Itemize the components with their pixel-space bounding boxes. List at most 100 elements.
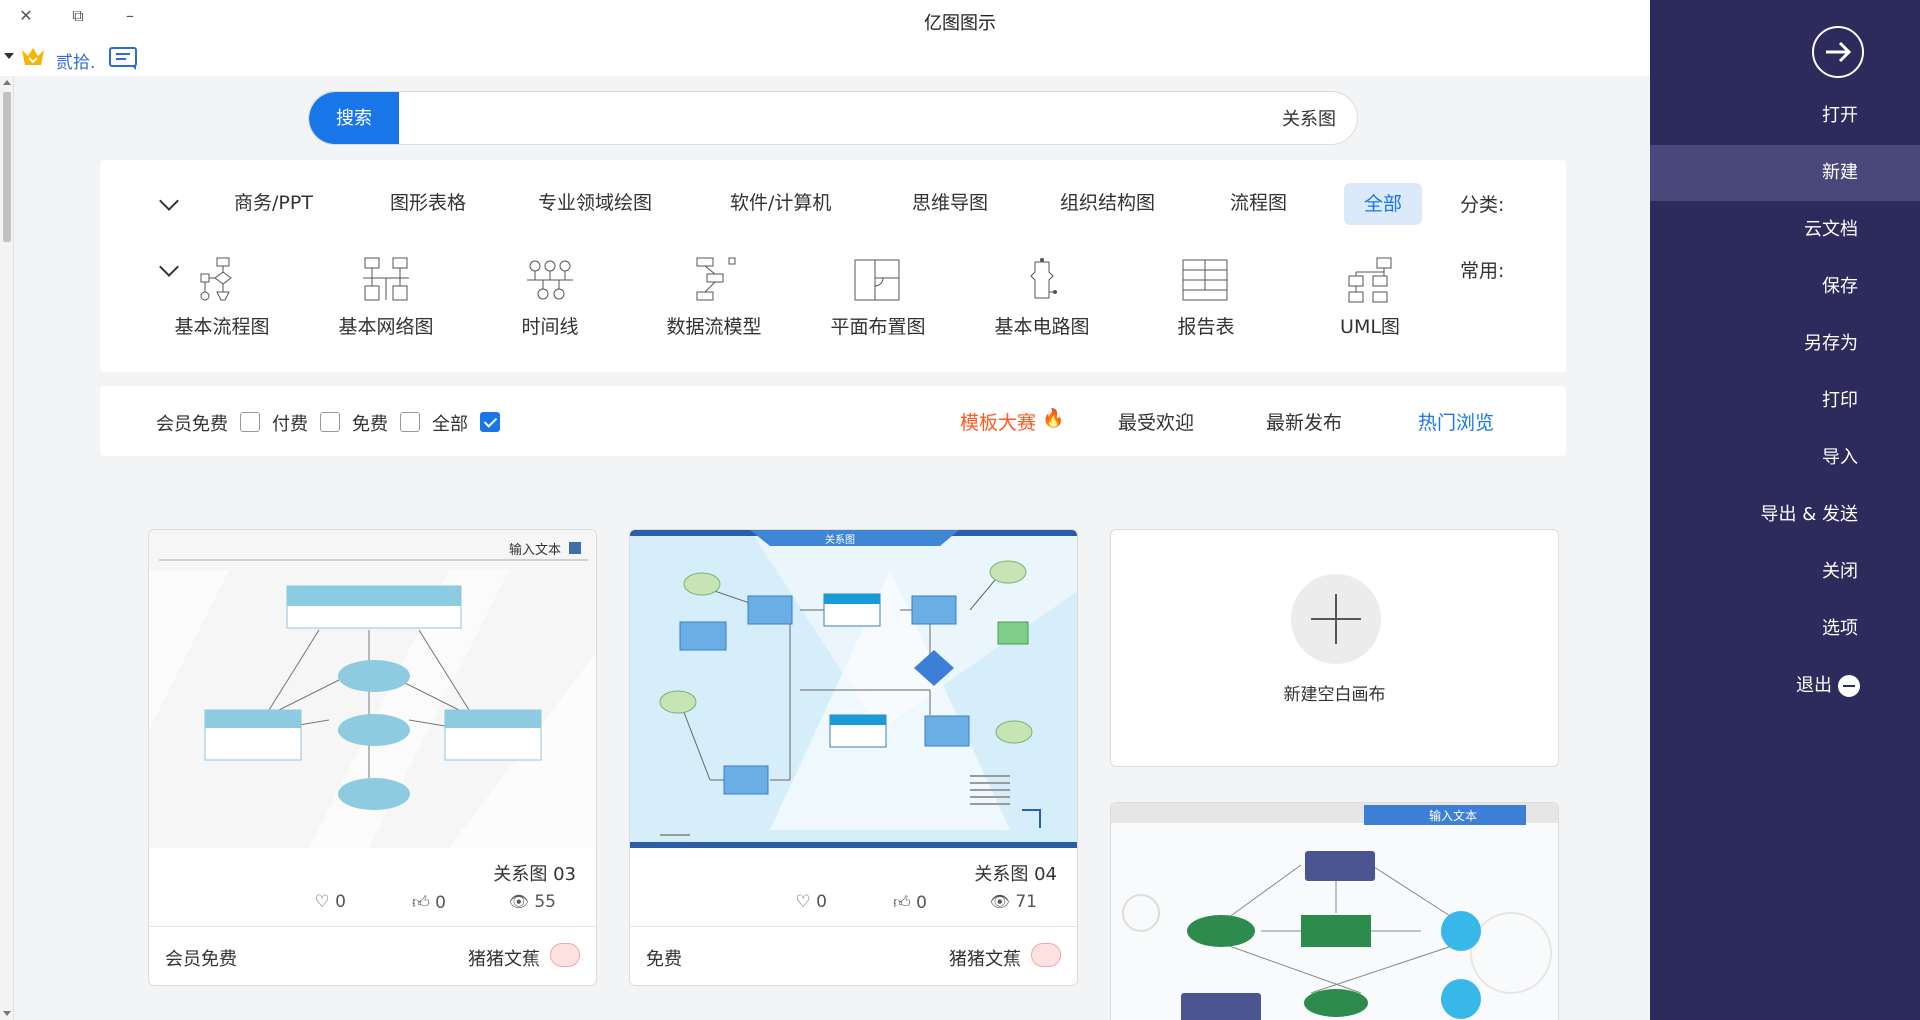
restore-window-button[interactable]: ⧉ <box>66 6 90 26</box>
template-thumbnail[interactable] <box>1111 803 1559 1020</box>
common-dataflow-label: 数据流模型 <box>666 316 762 338</box>
sidebar-item-close[interactable]: 关闭 <box>1650 544 1920 600</box>
user-toolbar: 贰拾. <box>0 40 200 76</box>
common-uml-label: UML图 <box>1340 316 1400 338</box>
price-label: 免费 <box>646 949 682 970</box>
user-name[interactable]: 贰拾. <box>56 48 95 73</box>
template-title: 关系图 04 <box>974 864 1057 885</box>
expand-categories-icon[interactable] <box>159 191 179 211</box>
common-dataflow[interactable]: 数据流模型 <box>654 256 774 339</box>
sidebar-item-options[interactable]: 选项 <box>1650 601 1920 657</box>
sidebar-item-cloud[interactable]: 云文档 <box>1650 202 1920 258</box>
close-window-button[interactable]: ✕ <box>14 6 38 25</box>
likes-count: 0 <box>916 893 927 913</box>
sidebar-item-save-as[interactable]: 另存为 <box>1650 316 1920 372</box>
category-professional[interactable]: 专业领域绘图 <box>538 188 652 215</box>
common-timeline-label: 时间线 <box>521 316 579 338</box>
category-flowchart[interactable]: 流程图 <box>1230 188 1287 215</box>
template-card[interactable]: 输入文本 关系图 03 👁 55 👍︎ 0 ♡ 0 猪猪文蕉 会员免费 <box>148 529 597 986</box>
favorites-stat[interactable]: ♡ 0 <box>315 892 346 912</box>
eye-icon: 👁 <box>508 892 529 911</box>
sidebar-item-exit-label: 退出 <box>1796 675 1832 696</box>
tab-contest[interactable]: 模板大赛 🔥 <box>960 408 1064 435</box>
category-mind-map[interactable]: 思维导图 <box>912 188 988 215</box>
category-software[interactable]: 软件/计算机 <box>730 188 831 215</box>
heart-icon[interactable]: ♡ <box>796 892 811 912</box>
tab-popular[interactable]: 最受欢迎 <box>1118 408 1194 435</box>
vip-crown-icon[interactable] <box>20 46 46 68</box>
tab-hot[interactable]: 热门浏览 <box>1418 408 1494 435</box>
message-icon[interactable] <box>108 46 140 70</box>
template-banner: 输入文本 <box>509 543 562 558</box>
filter-member-free-checkbox[interactable] <box>240 412 260 432</box>
sidebar-item-print[interactable]: 打印 <box>1650 373 1920 429</box>
views-stat: 👁 55 <box>509 892 556 912</box>
eye-icon: 👁 <box>989 892 1010 911</box>
views-count: 55 <box>534 892 556 912</box>
category-all[interactable]: 全部 <box>1344 183 1422 225</box>
author-avatar[interactable] <box>550 943 580 967</box>
sidebar-item-exit[interactable]: 退出 <box>1650 658 1920 714</box>
heart-icon[interactable]: ♡ <box>315 892 330 912</box>
filter-paid-checkbox[interactable] <box>320 412 340 432</box>
filter-member-free-label: 会员免费 <box>156 414 228 435</box>
template-card-partial[interactable]: 输入文本 <box>1110 802 1559 1020</box>
author-name[interactable]: 猪猪文蕉 <box>468 945 540 971</box>
sidebar-item-save[interactable]: 保存 <box>1650 259 1920 315</box>
filter-free-checkbox[interactable] <box>400 412 420 432</box>
common-network[interactable]: 基本网络图 <box>326 256 446 339</box>
add-icon[interactable] <box>1291 574 1381 664</box>
tab-latest[interactable]: 最新发布 <box>1266 408 1342 435</box>
common-label: 常用: <box>1460 260 1505 282</box>
category-business-ppt[interactable]: 商务/PPT <box>234 188 313 215</box>
search-input[interactable] <box>401 92 1346 144</box>
likes-stat[interactable]: 👍︎ 0 <box>412 892 446 913</box>
sidebar-item-export[interactable]: 导出 & 发送 <box>1650 487 1920 543</box>
template-card[interactable]: 关系图 关系图 04 👁 71 👍︎ 0 ♡ 0 猪猪文蕉 免费 <box>629 529 1078 986</box>
template-banner: 输入文本 <box>1429 809 1478 823</box>
minimize-window-button[interactable]: – <box>118 6 142 25</box>
scroll-thumb[interactable] <box>3 92 11 242</box>
views-count: 71 <box>1015 892 1037 912</box>
search-bar: 搜索 <box>308 91 1358 145</box>
sidebar-item-new[interactable]: 新建 <box>1650 145 1920 201</box>
template-thumbnail[interactable]: 输入文本 <box>149 530 596 848</box>
common-circuit[interactable]: 基本电路图 <box>982 256 1102 339</box>
template-banner: 关系图 <box>825 535 855 546</box>
favorites-stat[interactable]: ♡ 0 <box>796 892 827 912</box>
common-basic-flow-label: 基本流程图 <box>174 316 270 338</box>
common-floorplan[interactable]: 平面布置图 <box>818 256 938 339</box>
vertical-scrollbar[interactable] <box>0 76 14 1020</box>
likes-stat[interactable]: 👍︎ 0 <box>893 892 927 913</box>
back-arrow-icon[interactable] <box>1812 26 1864 78</box>
common-uml[interactable]: UML图 <box>1310 256 1430 339</box>
category-org-chart[interactable]: 组织结构图 <box>1060 188 1155 215</box>
common-timeline[interactable]: 时间线 <box>490 256 610 339</box>
scroll-down-icon[interactable] <box>3 1011 11 1016</box>
common-report[interactable]: 报告表 <box>1146 256 1266 339</box>
category-graphic-table[interactable]: 图形表格 <box>390 188 466 215</box>
favorites-count: 0 <box>335 892 346 912</box>
common-basic-flow[interactable]: 基本流程图 <box>162 256 282 339</box>
author-name[interactable]: 猪猪文蕉 <box>949 945 1021 971</box>
new-blank-card[interactable]: 新建空白画布 <box>1110 529 1559 767</box>
category-label: 分类: <box>1460 194 1505 216</box>
fire-icon: 🔥 <box>1042 408 1065 429</box>
filter-panel: 热门浏览 最新发布 最受欢迎 模板大赛 🔥 全部 免费 付费 会员免费 <box>100 386 1566 456</box>
common-report-label: 报告表 <box>1177 316 1235 338</box>
filter-paid-label: 付费 <box>272 414 308 435</box>
thumbs-up-icon[interactable]: 👍︎ <box>893 893 911 913</box>
contest-label: 模板大赛 <box>960 412 1037 434</box>
author-avatar[interactable] <box>1031 943 1061 967</box>
card-footer: 猪猪文蕉 免费 <box>630 926 1077 985</box>
user-dropdown-icon[interactable] <box>4 53 14 59</box>
common-circuit-label: 基本电路图 <box>994 316 1090 338</box>
sidebar-item-import[interactable]: 导入 <box>1650 430 1920 486</box>
scroll-up-icon[interactable] <box>3 80 11 85</box>
filter-all-checkbox[interactable] <box>480 412 500 432</box>
search-button[interactable]: 搜索 <box>309 92 399 144</box>
likes-count: 0 <box>435 893 446 913</box>
template-thumbnail[interactable]: 关系图 <box>630 530 1077 848</box>
sidebar-item-open[interactable]: 打开 <box>1650 88 1920 144</box>
thumbs-up-icon[interactable]: 👍︎ <box>412 893 430 913</box>
